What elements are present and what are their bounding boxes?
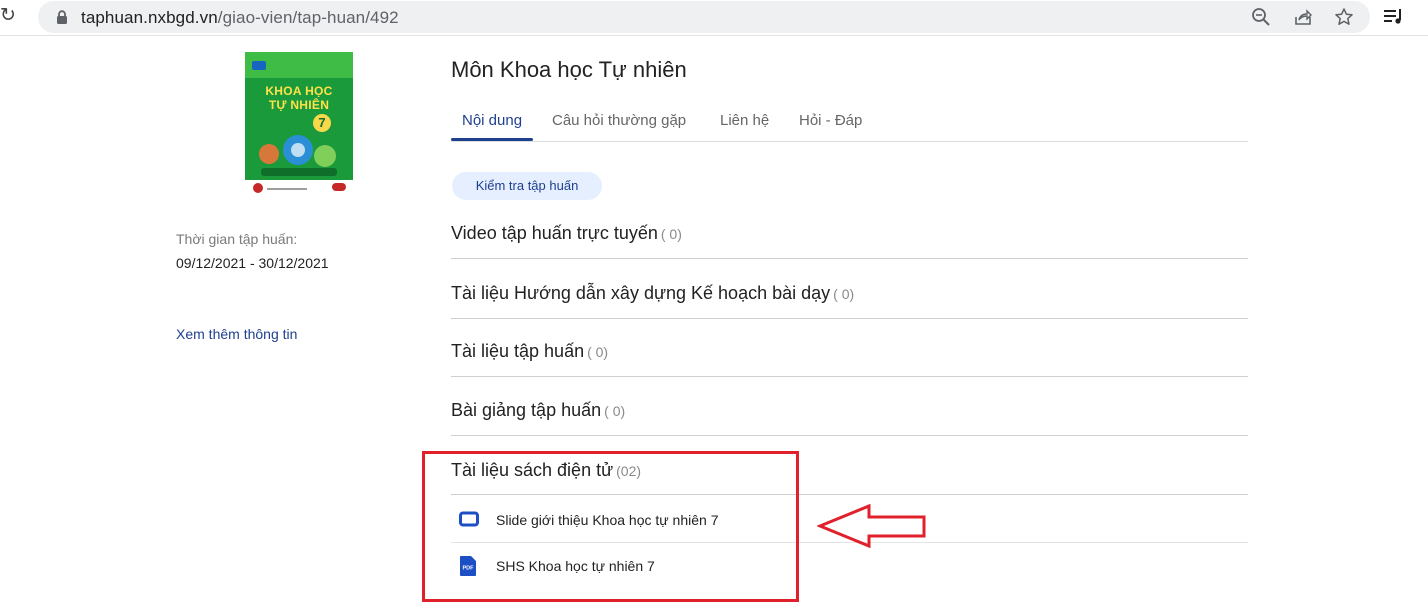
check-training-button[interactable]: Kiểm tra tập huấn bbox=[452, 172, 602, 200]
tab-bar: Nội dung Câu hỏi thường gặp Liên hệ Hỏi … bbox=[451, 108, 1248, 142]
section-training-lectures-title: Bài giảng tập huấn( 0) bbox=[451, 400, 625, 421]
section-training-materials-label: Tài liệu tập huấn bbox=[451, 341, 585, 361]
zoom-icon[interactable] bbox=[1251, 7, 1271, 27]
reload-icon[interactable]: ↻ bbox=[0, 4, 20, 28]
active-tab-indicator bbox=[451, 138, 533, 141]
url-text[interactable]: taphuan.nxbgd.vn/giao-vien/tap-huan/492 bbox=[81, 8, 399, 28]
section-training-lectures-label: Bài giảng tập huấn bbox=[451, 400, 602, 420]
tab-content[interactable]: Nội dung bbox=[462, 112, 522, 129]
section-video[interactable]: Video tập huấn trực tuyến( 0) bbox=[451, 220, 1248, 259]
address-bar[interactable]: taphuan.nxbgd.vn/giao-vien/tap-huan/492 bbox=[38, 1, 1370, 33]
section-video-count: ( 0) bbox=[660, 226, 682, 242]
section-video-label: Video tập huấn trực tuyến bbox=[451, 223, 658, 243]
book-cover-image: KHOA HỌC TỰ NHIÊN 7 bbox=[245, 52, 353, 203]
training-time-label: Thời gian tập huấn: bbox=[176, 231, 298, 247]
browser-toolbar: ↻ taphuan.nxbgd.vn/giao-vien/tap-huan/49… bbox=[0, 0, 1428, 36]
more-info-link[interactable]: Xem thêm thông tin bbox=[176, 326, 297, 342]
section-lesson-plan-guide[interactable]: Tài liệu Hướng dẫn xây dựng Kế hoạch bài… bbox=[451, 259, 1248, 319]
playlist-icon[interactable] bbox=[1382, 5, 1406, 29]
star-icon[interactable] bbox=[1334, 7, 1354, 27]
training-time-value: 09/12/2021 - 30/12/2021 bbox=[176, 255, 329, 271]
share-icon[interactable] bbox=[1293, 7, 1313, 27]
page-title: Môn Khoa học Tự nhiên bbox=[451, 57, 687, 82]
tab-qa[interactable]: Hỏi - Đáp bbox=[799, 112, 862, 129]
lock-icon bbox=[57, 10, 67, 24]
cover-title-line2: TỰ NHIÊN bbox=[268, 98, 330, 112]
publisher-text-line bbox=[267, 188, 307, 190]
section-training-materials-title: Tài liệu tập huấn( 0) bbox=[451, 341, 608, 362]
section-training-lectures-count: ( 0) bbox=[604, 403, 626, 419]
section-lesson-plan-guide-label: Tài liệu Hướng dẫn xây dựng Kế hoạch bài… bbox=[451, 283, 831, 303]
cover-title-line1: KHOA HỌC bbox=[265, 84, 333, 98]
tab-contact[interactable]: Liên hệ bbox=[720, 112, 769, 129]
tab-faq[interactable]: Câu hỏi thường gặp bbox=[552, 112, 686, 129]
red-arrow-annotation bbox=[817, 503, 926, 549]
price-mark bbox=[332, 183, 346, 191]
section-training-lectures[interactable]: Bài giảng tập huấn( 0) bbox=[451, 377, 1248, 436]
url-host: taphuan.nxbgd.vn bbox=[81, 8, 218, 27]
section-training-materials-count: ( 0) bbox=[587, 344, 609, 360]
publisher-logo bbox=[252, 61, 266, 70]
highlight-box bbox=[422, 451, 799, 602]
section-lesson-plan-guide-title: Tài liệu Hướng dẫn xây dựng Kế hoạch bài… bbox=[451, 283, 854, 304]
publisher-mark bbox=[253, 183, 263, 193]
section-video-title: Video tập huấn trực tuyến( 0) bbox=[451, 223, 682, 244]
cover-illustration bbox=[259, 135, 337, 176]
url-path: /giao-vien/tap-huan/492 bbox=[217, 8, 399, 27]
section-lesson-plan-guide-count: ( 0) bbox=[833, 286, 855, 302]
section-training-materials[interactable]: Tài liệu tập huấn( 0) bbox=[451, 319, 1248, 377]
